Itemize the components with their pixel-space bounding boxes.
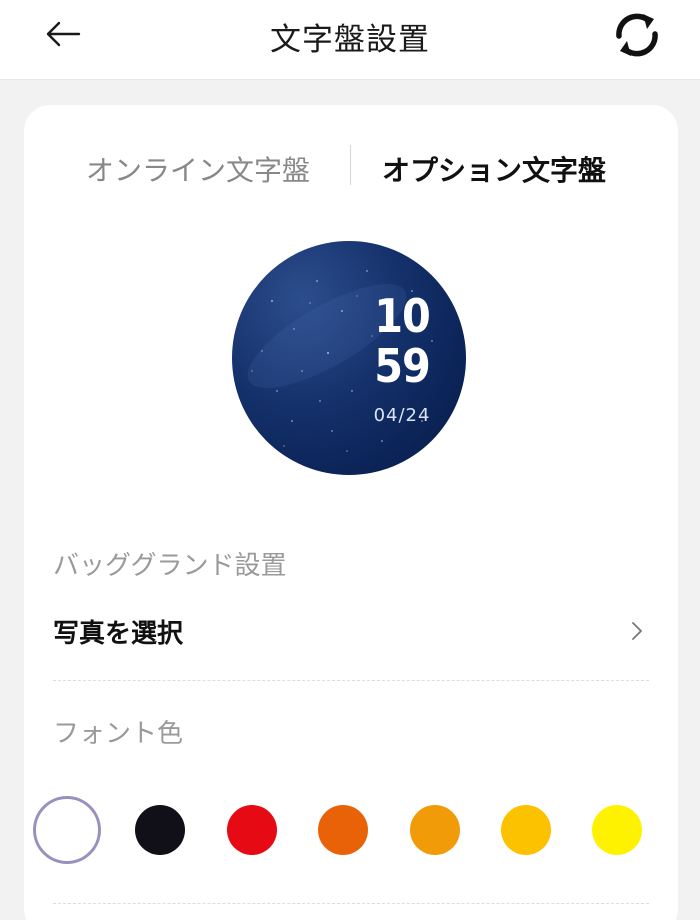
sync-button[interactable] — [606, 10, 668, 60]
color-swatch-white[interactable] — [36, 799, 98, 861]
select-photo-label: 写真を選択 — [53, 618, 184, 649]
watchface-preview: 10 59 04/24 — [232, 241, 466, 475]
font-color-swatches — [24, 795, 678, 865]
divider — [53, 680, 649, 681]
color-swatch-amber[interactable] — [410, 805, 460, 855]
top-bar: 文字盤設置 — [0, 0, 700, 80]
watch-minute: 59 — [374, 339, 431, 393]
sync-icon — [616, 13, 658, 57]
settings-card: オンライン文字盤 オプション文字盤 10 59 04/24 バッググランド設置 … — [24, 105, 678, 920]
color-swatch-yellow[interactable] — [592, 805, 642, 855]
watch-date: 04/24 — [373, 405, 431, 426]
tab-option-watchface[interactable]: オプション文字盤 — [382, 149, 606, 189]
color-swatch-red[interactable] — [227, 805, 277, 855]
page-title: 文字盤設置 — [270, 22, 430, 58]
color-swatch-black[interactable] — [135, 805, 185, 855]
tab-online-watchface[interactable]: オンライン文字盤 — [86, 149, 310, 189]
chevron-right-icon — [632, 622, 642, 640]
background-section-label: バッググランド設置 — [53, 551, 287, 581]
font-color-section-label: フォント色 — [53, 719, 184, 749]
watch-hour: 10 — [374, 289, 431, 343]
divider — [53, 903, 649, 904]
color-swatch-orange[interactable] — [318, 805, 368, 855]
color-swatch-gold[interactable] — [501, 805, 551, 855]
select-photo-row[interactable]: 写真を選択 — [53, 605, 649, 657]
tab-divider — [350, 145, 351, 185]
